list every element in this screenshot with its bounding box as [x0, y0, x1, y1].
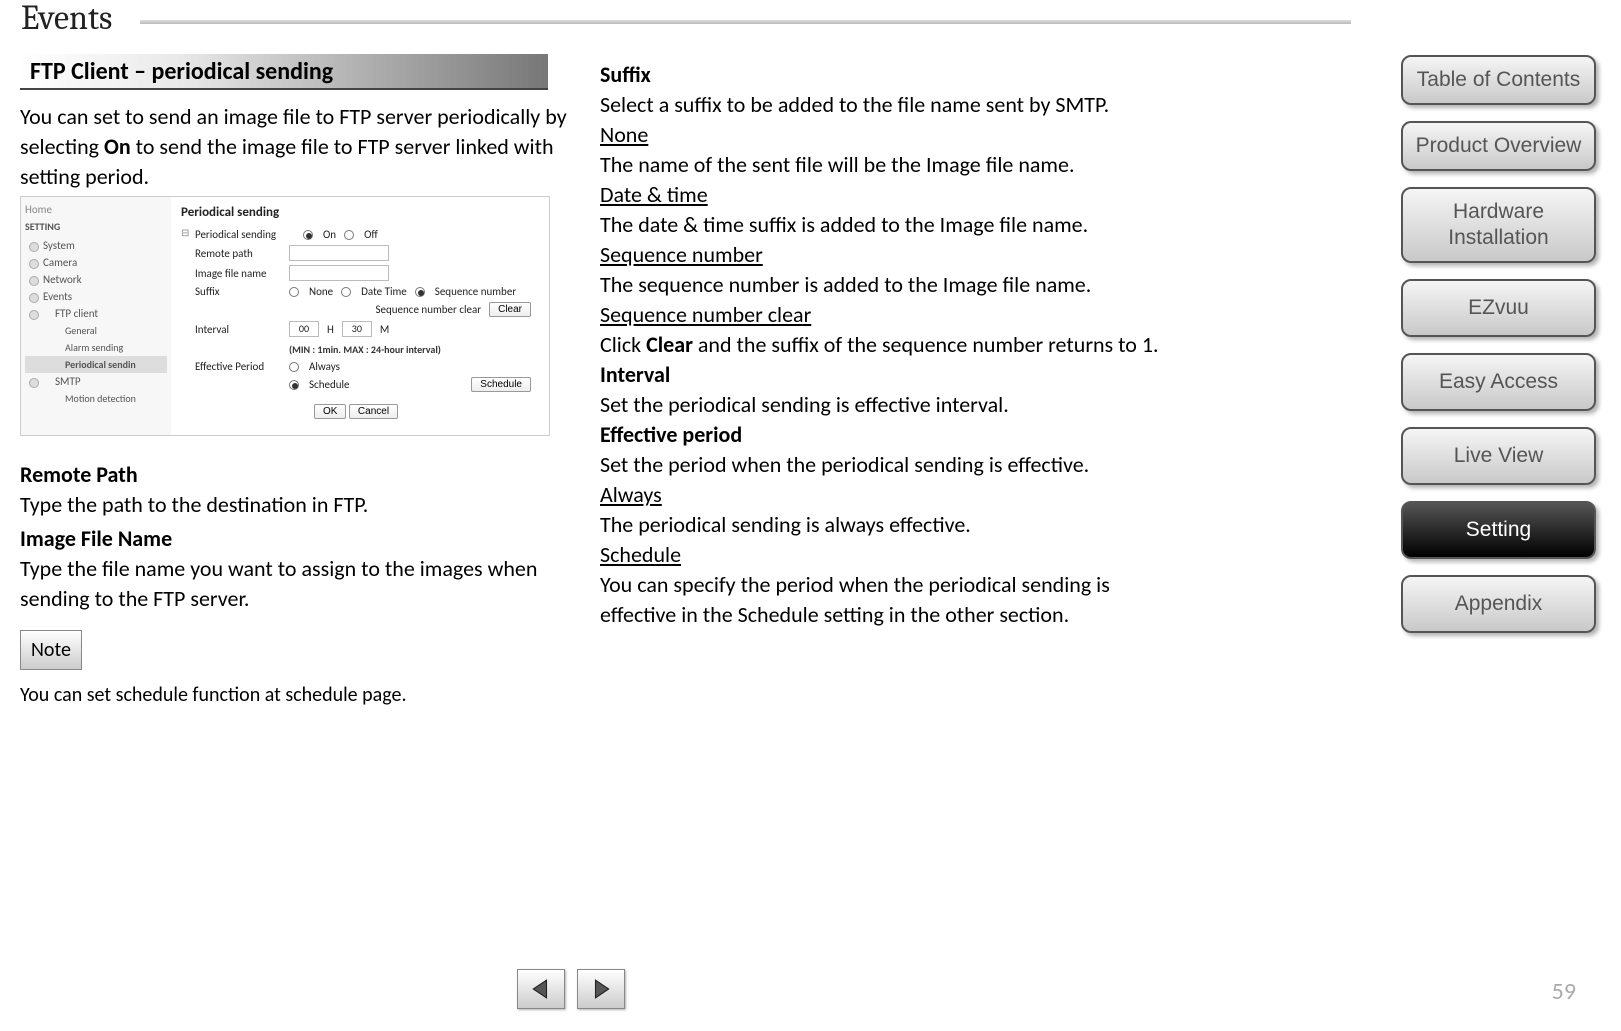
image-file-name-body: Type the file name you want to assign to…: [20, 554, 580, 614]
home-link[interactable]: Home: [25, 203, 167, 216]
interval-note: (MIN : 1min. MAX : 24-hour interval): [289, 343, 441, 356]
radio-suffix-none[interactable]: [289, 287, 299, 297]
remote-path-body: Type the path to the destination in FTP.: [20, 490, 580, 520]
ok-button[interactable]: OK: [314, 404, 346, 419]
intro-bold: On: [104, 133, 131, 160]
opt-sequence: Sequence number: [435, 285, 516, 298]
opt-none: None: [309, 285, 333, 298]
section-header: FTP Client – periodical sending: [20, 54, 548, 90]
clear-button[interactable]: Clear: [489, 302, 531, 317]
opt-datetime: Date Time: [361, 285, 407, 298]
page-title: Events: [21, 0, 120, 38]
sidebar-ftp-client[interactable]: FTP client: [25, 305, 167, 322]
settings-content: Periodical sending Periodical sending On…: [171, 197, 541, 427]
prev-page-button[interactable]: [517, 969, 565, 1009]
intro-text: You can set to send an image file to FTP…: [20, 102, 580, 192]
right-column: Suffix Select a suffix to be added to th…: [600, 60, 1160, 630]
remote-path-heading: Remote Path: [20, 460, 580, 490]
sequence-number-clear-body: Click Clear and the suffix of the sequen…: [600, 330, 1160, 360]
opt-schedule: Schedule: [309, 378, 350, 391]
sidebar-periodical-sending[interactable]: Periodical sendin: [25, 356, 167, 373]
nav-live-view[interactable]: Live View: [1401, 427, 1596, 485]
chapter-nav: Table of Contents Product Overview Hardw…: [1401, 55, 1596, 649]
interval-body: Set the periodical sending is effective …: [600, 390, 1160, 420]
seqc-before: Click: [600, 331, 646, 358]
sequence-number-body: The sequence number is added to the Imag…: [600, 270, 1160, 300]
nav-setting[interactable]: Setting: [1401, 501, 1596, 559]
next-page-button[interactable]: [577, 969, 625, 1009]
setting-label: SETTING: [25, 220, 167, 233]
none-heading: None: [600, 120, 648, 150]
image-file-name-input[interactable]: [289, 265, 389, 281]
opt-off: Off: [364, 228, 378, 241]
row-suffix-label: Suffix: [181, 285, 281, 298]
row-remote-path-label: Remote path: [181, 247, 281, 260]
note-body: You can set schedule function at schedul…: [20, 680, 580, 710]
always-body: The periodical sending is always effecti…: [600, 510, 1160, 540]
always-heading: Always: [600, 480, 662, 510]
radio-suffix-datetime[interactable]: [341, 287, 351, 297]
pager-nav: [517, 969, 625, 1009]
sidebar-network[interactable]: Network: [25, 271, 167, 288]
remote-path-input[interactable]: [289, 245, 389, 261]
opt-always: Always: [309, 360, 340, 373]
title-rule: [140, 20, 1351, 24]
row-interval-label: Interval: [181, 323, 281, 336]
settings-sidebar: Home SETTING System Camera Network Event…: [21, 197, 171, 435]
sequence-number-clear-heading: Sequence number clear: [600, 300, 811, 330]
nav-table-of-contents[interactable]: Table of Contents: [1401, 55, 1596, 105]
interval-hours-label: H: [327, 323, 334, 336]
sidebar-camera[interactable]: Camera: [25, 254, 167, 271]
interval-minutes-label: M: [380, 323, 389, 336]
schedule-button[interactable]: Schedule: [471, 377, 531, 392]
radio-on[interactable]: [303, 230, 313, 240]
interval-minutes-input[interactable]: 30: [342, 321, 372, 337]
sidebar-system[interactable]: System: [25, 237, 167, 254]
settings-inset: Home SETTING System Camera Network Event…: [20, 196, 550, 436]
schedule-body: You can specify the period when the peri…: [600, 570, 1160, 630]
suffix-heading: Suffix: [600, 60, 1160, 90]
seqc-after: and the suffix of the sequence number re…: [693, 331, 1159, 358]
nav-hardware-installation[interactable]: Hardware Installation: [1401, 187, 1596, 263]
suffix-body: Select a suffix to be added to the file …: [600, 90, 1160, 120]
interval-hours-input[interactable]: 00: [289, 321, 319, 337]
effective-period-heading: Effective period: [600, 420, 1160, 450]
note-badge: Note: [20, 630, 82, 670]
seqc-bold: Clear: [646, 331, 693, 358]
sequence-number-heading: Sequence number: [600, 240, 763, 270]
row-image-file-name-label: Image file name: [181, 267, 281, 280]
sidebar-smtp[interactable]: SMTP: [25, 373, 167, 390]
none-body: The name of the sent file will be the Im…: [600, 150, 1160, 180]
radio-off[interactable]: [344, 230, 354, 240]
nav-product-overview[interactable]: Product Overview: [1401, 121, 1596, 171]
radio-schedule[interactable]: [289, 380, 299, 390]
sidebar-general[interactable]: General: [25, 322, 167, 339]
cancel-button[interactable]: Cancel: [349, 404, 398, 419]
content-title: Periodical sending: [181, 205, 531, 220]
row-periodical-sending-label: Periodical sending: [195, 228, 295, 241]
row-effective-label: Effective Period: [181, 360, 281, 373]
seq-clear-label: Sequence number clear: [375, 303, 481, 316]
nav-easy-access[interactable]: Easy Access: [1401, 353, 1596, 411]
interval-heading: Interval: [600, 360, 1160, 390]
radio-suffix-sequence[interactable]: [415, 287, 425, 297]
nav-appendix[interactable]: Appendix: [1401, 575, 1596, 633]
effective-period-body: Set the period when the periodical sendi…: [600, 450, 1160, 480]
arrow-left-icon: [530, 978, 552, 1000]
sidebar-events[interactable]: Events: [25, 288, 167, 305]
sidebar-motion-detection[interactable]: Motion detection: [25, 390, 167, 407]
radio-always[interactable]: [289, 362, 299, 372]
left-lower-content: Remote Path Type the path to the destina…: [20, 456, 580, 710]
arrow-right-icon: [590, 978, 612, 1000]
image-file-name-heading: Image File Name: [20, 524, 580, 554]
opt-on: On: [323, 228, 336, 241]
page-number: 59: [1552, 977, 1576, 1006]
date-time-heading: Date & time: [600, 180, 708, 210]
nav-ezvuu[interactable]: EZvuu: [1401, 279, 1596, 337]
date-time-body: The date & time suffix is added to the I…: [600, 210, 1160, 240]
schedule-heading: Schedule: [600, 540, 681, 570]
sidebar-alarm-sending[interactable]: Alarm sending: [25, 339, 167, 356]
